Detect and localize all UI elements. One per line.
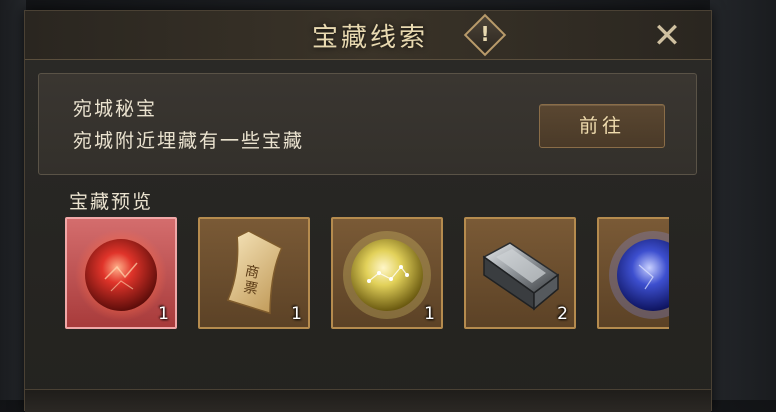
treasure-preview-label: 宝藏预览 [69,191,154,213]
quest-info-box: 宛城秘宝 宛城附近埋藏有一些宝藏 前往 [38,73,697,175]
close-icon[interactable]: ✕ [647,19,687,53]
go-button[interactable]: 前往 [539,104,665,148]
treasure-item-silver-ingot[interactable]: 2 [464,217,576,329]
item-count: 2 [557,304,568,324]
bottom-strip [25,389,711,412]
info-mark[interactable]: ! [470,19,500,49]
dialog-title: 宝藏线索 [311,23,428,53]
item-count: 1 [291,304,302,324]
treasure-item-red-orb[interactable]: 1 [65,217,177,329]
quest-name: 宛城秘宝 [73,98,158,120]
item-count: 1 [424,304,435,324]
treasure-item-gold-orb[interactable]: 1 [331,217,443,329]
quest-description: 宛城附近埋藏有一些宝藏 [73,130,305,152]
treasure-item-banknote[interactable]: 商 票 1 [198,217,310,329]
title-bar: 宝藏线索 ! ✕ [25,11,711,60]
background-left [0,0,26,400]
treasure-items-list[interactable]: 1 商 票 1 1 2 [65,217,669,339]
treasure-clue-dialog: 宝藏线索 ! ✕ 宛城秘宝 宛城附近埋藏有一些宝藏 前往 宝藏预览 1 商 票 … [24,10,712,412]
blue-orb-icon [609,231,669,319]
background-right [710,0,776,400]
item-count: 1 [158,304,169,324]
treasure-item-blue-orb[interactable] [597,217,669,329]
